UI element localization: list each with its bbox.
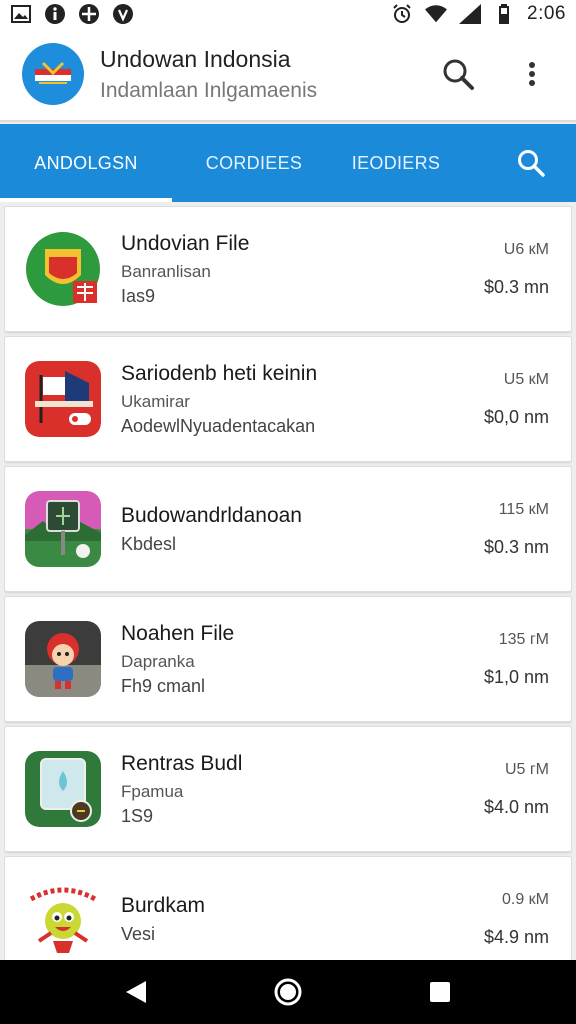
app-subtitle: Indamlaan Inlgamaenis — [100, 78, 318, 102]
list-item-info: U6 кM $0.3 mn — [484, 241, 549, 298]
list-item-meta: AodewlNyuadentacakan — [121, 415, 316, 436]
recents-icon[interactable] — [416, 968, 464, 1016]
tab-label: ANDOLGSN — [34, 152, 138, 173]
list-item-price: $4.9 nm — [483, 926, 549, 947]
list-item-size: 0.9 кM — [501, 890, 549, 908]
app-actions — [438, 54, 552, 94]
list-item-price: $4.0 nm — [483, 796, 549, 817]
landscape-sign-icon — [25, 491, 101, 567]
app-title: Undowan Indonsia — [100, 45, 291, 72]
tablet-drop-icon — [25, 751, 101, 827]
list-item-price: $1,0 nm — [483, 666, 549, 687]
tab-andolgsn[interactable]: ANDOLGSN — [0, 124, 172, 202]
red-helmet-character-icon — [25, 621, 101, 697]
list-item-meta: Ias9 — [121, 285, 156, 306]
list-item-title: Rentras Budl — [121, 751, 243, 775]
tab-cordiees[interactable]: CORDIEES — [172, 124, 336, 202]
app-titles: Undowan Indonsia Indamlaan Inlgamaenis — [100, 46, 438, 103]
list-item[interactable]: Noahen File Dapranka Fh9 cmanl 135 гM $1… — [4, 596, 572, 722]
list-item-size: U5 кM — [503, 370, 549, 388]
list-item-title: Noahen File — [121, 621, 235, 645]
list-item-size: U5 гM — [504, 760, 549, 778]
list-item-size: 135 гM — [498, 630, 549, 648]
signal-icon — [459, 3, 482, 25]
list-item-info: U5 кM $0,0 nm — [484, 371, 549, 428]
list-item-subtitle: Ukamirar — [121, 391, 190, 411]
list-item-title: Budowandrldanoan — [121, 503, 302, 527]
list-item-meta: Fh9 cmanl — [121, 675, 206, 696]
list-item-subtitle: Fpamua — [121, 781, 184, 801]
list-item-body: Rentras Budl Fpamua 1S9 — [121, 752, 484, 827]
list-item-info: 0.9 кM $4.9 nm — [484, 891, 549, 948]
vine-icon — [112, 3, 134, 25]
battery-icon — [493, 3, 515, 25]
list-item-body: Undovian File Banranlisan Ias9 — [121, 232, 484, 307]
tab-ieodiers[interactable]: IEODIERS — [336, 124, 456, 202]
list-item[interactable]: Budowandrldanoan Kbdesl 115 кM $0.3 nm — [4, 466, 572, 592]
list-item-meta: Vesi — [121, 923, 156, 944]
status-left-icons — [10, 3, 134, 25]
list-item-price: $0.3 mn — [483, 276, 549, 297]
list-item-body: Budowandrldanoan Kbdesl — [121, 504, 484, 555]
list-item-body: Burdkam Vesi — [121, 894, 484, 945]
list-item-meta: 1S9 — [121, 805, 154, 826]
list-item[interactable]: Burdkam Vesi 0.9 кM $4.9 nm — [4, 856, 572, 960]
tab-label: IEODIERS — [351, 152, 441, 173]
list-item-title: Undovian File — [121, 231, 250, 255]
home-icon[interactable] — [264, 968, 312, 1016]
list-item-info: U5 гM $4.0 nm — [484, 761, 549, 818]
image-icon — [10, 3, 32, 25]
list-item[interactable]: Rentras Budl Fpamua 1S9 U5 гM $4.0 nm — [4, 726, 572, 852]
list-item-body: Noahen File Dapranka Fh9 cmanl — [121, 622, 484, 697]
list-item-subtitle: Banranlisan — [121, 261, 211, 281]
tab-bar: ANDOLGSN CORDIEES IEODIERS — [0, 124, 576, 202]
list-item[interactable]: Undovian File Banranlisan Ias9 U6 кM $0.… — [4, 206, 572, 332]
list-item-meta: Kbdesl — [121, 533, 177, 554]
shield-crest-icon — [25, 231, 101, 307]
list-item-size: 115 кM — [498, 500, 549, 518]
status-right-icons: 2:06 — [391, 3, 566, 25]
list-item-price: $0.3 nm — [483, 536, 549, 557]
flag-logo-icon[interactable] — [22, 43, 84, 105]
tab-label: CORDIEES — [205, 152, 303, 173]
file-list: Undovian File Banranlisan Ias9 U6 кM $0.… — [4, 206, 572, 960]
list-item-body: Sariodenb heti keinin Ukamirar AodewlNyu… — [121, 362, 484, 437]
app-bar: Undowan Indonsia Indamlaan Inlgamaenis — [0, 28, 576, 122]
status-time: 2:06 — [527, 3, 566, 24]
list-item[interactable]: Sariodenb heti keinin Ukamirar AodewlNyu… — [4, 336, 572, 462]
status-bar: 2:06 — [0, 0, 576, 28]
tab-search-icon[interactable] — [486, 124, 576, 202]
list-item-info: 135 гM $1,0 nm — [484, 631, 549, 688]
wifi-icon — [425, 3, 448, 25]
list-item-subtitle: Dapranka — [121, 651, 195, 671]
alarm-icon — [391, 3, 413, 25]
back-icon[interactable] — [112, 968, 160, 1016]
soccer-ball-icon — [78, 3, 100, 25]
system-nav-bar — [0, 960, 576, 1024]
search-icon[interactable] — [438, 54, 478, 94]
info-icon — [44, 3, 66, 25]
flag-stage-icon — [25, 361, 101, 437]
list-item-title: Sariodenb heti keinin — [121, 361, 318, 385]
list-item-info: 115 кM $0.3 nm — [484, 501, 549, 558]
cartoon-bird-icon — [25, 881, 101, 957]
list-item-size: U6 кM — [503, 240, 549, 258]
more-vert-icon[interactable] — [512, 54, 552, 94]
list-item-price: $0,0 nm — [483, 406, 549, 427]
list-item-title: Burdkam — [121, 893, 206, 917]
